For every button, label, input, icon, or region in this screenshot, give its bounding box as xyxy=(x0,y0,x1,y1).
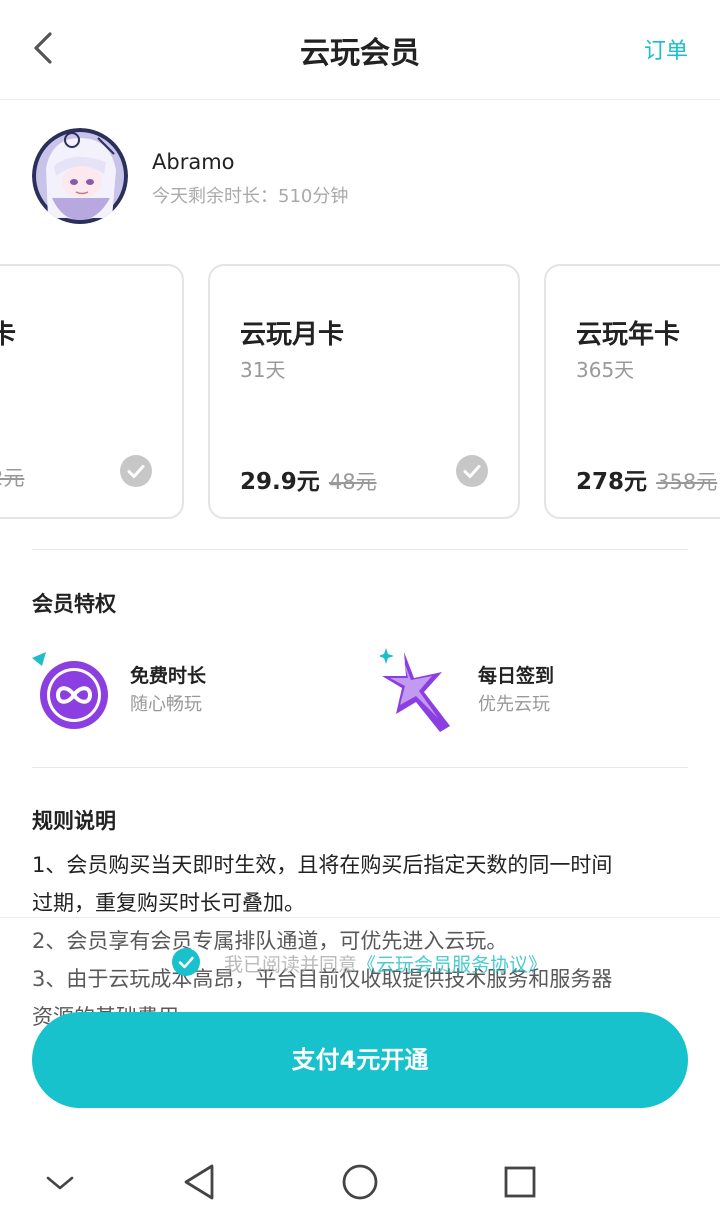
star-icon xyxy=(380,648,450,732)
system-nav-bar xyxy=(0,1142,720,1224)
plan-price: 2元 xyxy=(0,462,24,492)
plan-name: 云玩月卡 xyxy=(240,320,345,350)
plan-old-price: 2元 xyxy=(0,466,25,490)
check-circle-icon xyxy=(120,455,152,487)
agreement-text: 我已阅读并同意《云玩会员服务协议》 xyxy=(224,950,547,977)
avatar[interactable] xyxy=(32,128,128,224)
page-title: 云玩会员 xyxy=(300,36,420,71)
user-profile: Abramo 今天剩余时长：510分钟 xyxy=(32,128,632,224)
plan-days: 31天 xyxy=(240,358,286,382)
plan-carousel[interactable]: 卡 2元 云玩月卡 31天 29.9元 48元 云玩年卡 365天 278元 3… xyxy=(0,264,720,520)
plan-name: 卡 xyxy=(0,320,17,350)
orders-link[interactable]: 订单 xyxy=(644,33,688,65)
chevron-down-icon[interactable] xyxy=(38,1160,82,1204)
remaining-time: 今天剩余时长：510分钟 xyxy=(152,186,349,207)
privilege-title: 免费时长 xyxy=(130,665,207,687)
plan-old-price: 358元 xyxy=(656,470,718,494)
privilege-subtitle: 优先云玩 xyxy=(478,694,550,715)
plan-price: 29.9元 48元 xyxy=(240,462,377,496)
pay-button[interactable]: 支付4元开通 xyxy=(32,1012,688,1108)
plan-current-price: 278元 xyxy=(576,469,648,495)
privilege-free-time: 免费时长 随心畅玩 xyxy=(32,648,332,738)
rule-line: 1、会员购买当天即时生效，且将在购买后指定天数的同一时间 xyxy=(32,853,613,877)
plan-days: 365天 xyxy=(576,358,635,382)
plan-old-price: 48元 xyxy=(328,470,377,494)
agreement-checkbox[interactable] xyxy=(172,948,200,976)
plan-price: 278元 358元 xyxy=(576,462,717,496)
privilege-subtitle: 随心畅玩 xyxy=(130,694,202,715)
plan-card-month[interactable]: 云玩月卡 31天 29.9元 48元 xyxy=(208,264,520,519)
check-circle-icon xyxy=(456,455,488,487)
home-circle-icon[interactable] xyxy=(338,1160,382,1204)
privileges-title: 会员特权 xyxy=(32,592,116,616)
rules-title: 规则说明 xyxy=(32,809,116,833)
divider xyxy=(32,549,688,550)
infinity-icon xyxy=(32,652,108,729)
divider xyxy=(32,767,688,768)
plan-name: 云玩年卡 xyxy=(576,320,681,350)
agreement-prefix: 我已阅读并同意 xyxy=(224,954,358,976)
recents-square-icon[interactable] xyxy=(498,1160,542,1204)
privilege-daily-checkin: 每日签到 优先云玩 xyxy=(380,648,680,738)
plan-card-week[interactable]: 卡 2元 xyxy=(0,264,184,519)
back-triangle-icon[interactable] xyxy=(178,1160,222,1204)
plan-card-year[interactable]: 云玩年卡 365天 278元 358元 xyxy=(544,264,720,519)
privilege-title: 每日签到 xyxy=(478,665,555,687)
username: Abramo xyxy=(152,150,235,174)
plan-current-price: 29.9元 xyxy=(240,469,320,495)
app-header: 云玩会员 订单 xyxy=(0,0,720,100)
agreement-link[interactable]: 《云玩会员服务协议》 xyxy=(357,954,547,976)
